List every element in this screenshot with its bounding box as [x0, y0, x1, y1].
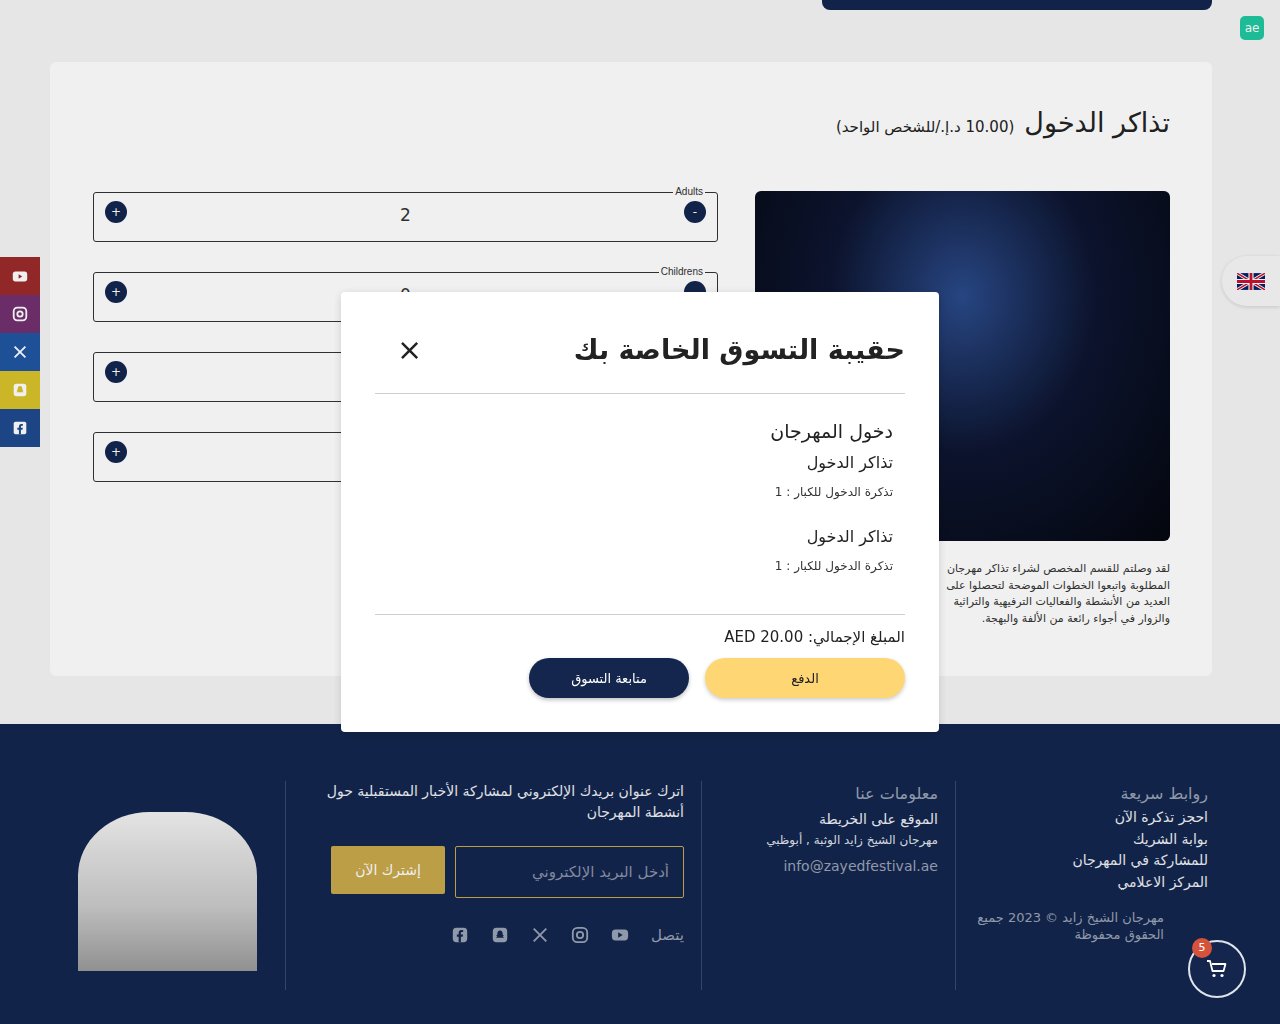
cart-section-title: دخول المهرجان — [387, 414, 893, 448]
page: تذاكر الدخول(10.00 د.إ./للشخص الواحد)لقد… — [0, 0, 1280, 1024]
cart-modal: حقيبة التسوق الخاصة بك×دخول المهرجانتذاك… — [341, 292, 939, 732]
cart-item-detail: تذكرة الدخول للكبار : 1 — [387, 555, 893, 577]
modal-overlay[interactable]: حقيبة التسوق الخاصة بك×دخول المهرجانتذاك… — [0, 0, 1280, 1024]
cart-total: المبلغ الإجمالي: AED 20.00 — [375, 625, 905, 649]
cart-item: تذاكر الدخول تذكرة الدخول للكبار : 1 — [387, 523, 893, 577]
cart-item-name: تذاكر الدخول — [387, 449, 893, 477]
continue-shopping-button[interactable]: متابعة التسوق — [529, 658, 689, 698]
pay-button[interactable]: الدفع — [705, 658, 905, 698]
cart-item: تذاكر الدخول تذكرة الدخول للكبار : 1 — [387, 449, 893, 503]
cart-icon — [1205, 957, 1229, 981]
cart-item-detail: تذكرة الدخول للكبار : 1 — [387, 481, 893, 503]
modal-title: حقيبة التسوق الخاصة بك — [574, 322, 905, 378]
cart-button[interactable]: 5 — [1188, 940, 1246, 998]
modal-footer: المبلغ الإجمالي: AED 20.00 الدفع متابعة ال… — [375, 615, 905, 698]
modal-body: دخول المهرجانتذاكر الدخولتذكرة الدخول لل… — [375, 394, 905, 615]
cart-count-badge: 5 — [1192, 938, 1212, 958]
modal-header: حقيبة التسوق الخاصة بك × — [375, 322, 905, 394]
close-button[interactable]: × — [397, 335, 422, 365]
cart-item-name: تذاكر الدخول — [387, 523, 893, 551]
modal-buttons: الدفع متابعة التسوق — [375, 658, 905, 698]
